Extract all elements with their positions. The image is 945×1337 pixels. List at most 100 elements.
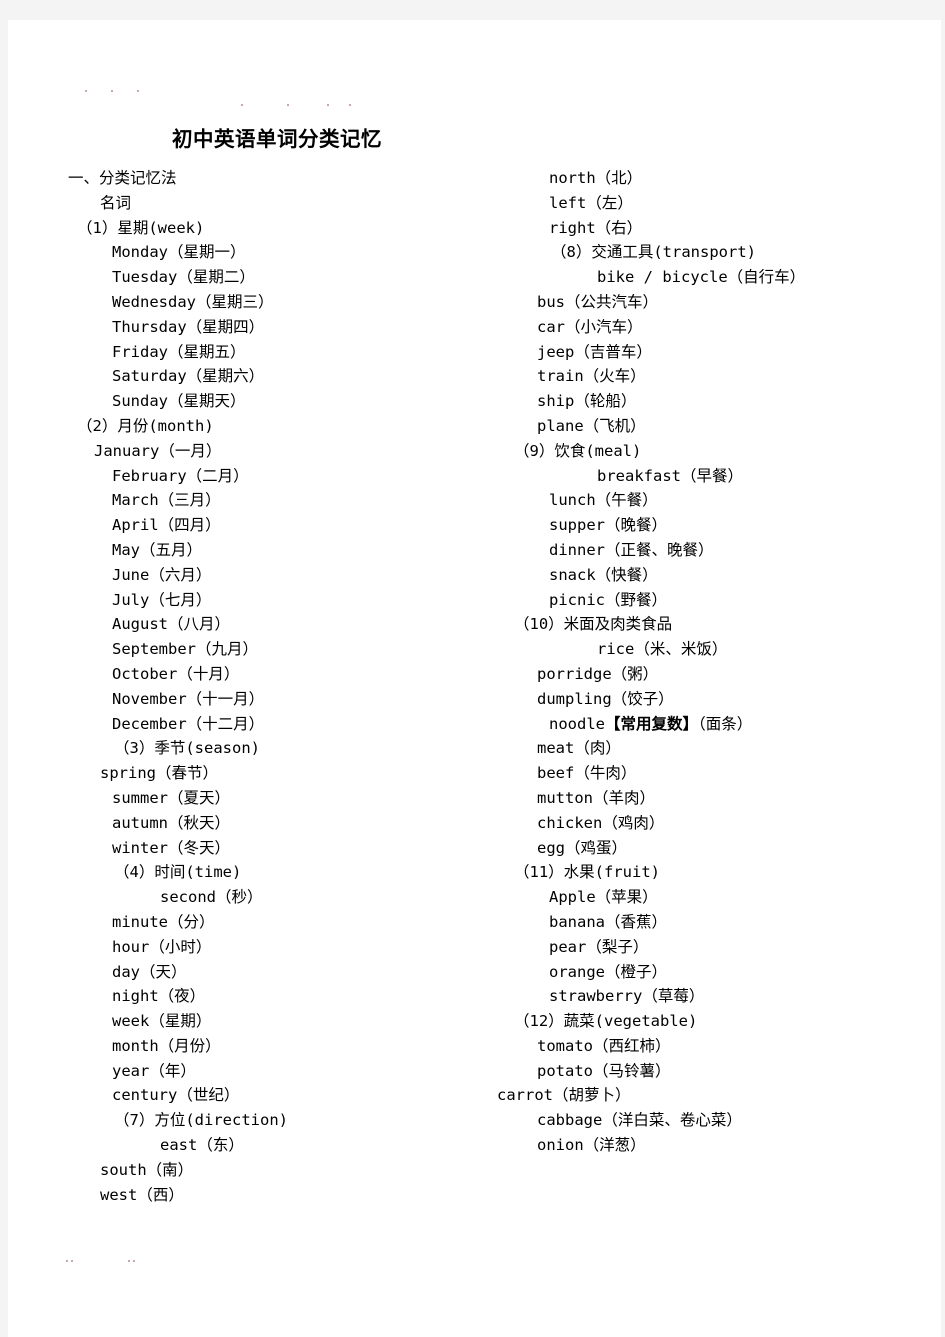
text-line: January（一月） [94,441,222,460]
text-line: December（十二月） [112,714,265,733]
scan-speck [66,1260,68,1262]
text-line: ship（轮船） [537,392,637,411]
scan-speck [327,104,329,106]
text-line: dinner（正餐、晚餐） [549,540,714,559]
text-line: left（左） [549,193,633,212]
text-line: train（火车） [537,367,646,386]
text-line: breakfast（早餐） [597,466,743,485]
text-line: Wednesday（星期三） [112,292,274,311]
text-line: Thursday（星期四） [112,317,265,336]
text-line: jeep（吉普车） [537,342,652,361]
text-line: carrot（胡萝卜） [497,1086,631,1105]
text-line: Monday（星期一） [112,243,246,262]
scan-speck [85,90,87,92]
text-line: August（八月） [112,615,230,634]
text-line: May（五月） [112,540,202,559]
text-line: （2）月份(month) [77,416,214,435]
text-line: supper（晚餐） [549,516,667,535]
text-line: November（十一月） [112,689,265,708]
text-line: pear（梨子） [549,937,649,956]
text-line: year（年） [112,1061,196,1080]
text-line: February（二月） [112,466,249,485]
page-title: 初中英语单词分类记忆 [172,127,382,151]
line-text: noodle [549,714,605,733]
text-line: lunch（午餐） [549,491,658,510]
text-line: cabbage（洋白菜、卷心菜） [537,1111,742,1130]
text-line: right（右） [549,218,643,237]
text-line: dumpling（饺子） [537,689,674,708]
text-line: rice（米、米饭） [597,640,728,659]
text-line: west（西） [100,1185,184,1204]
scan-speck [71,1260,73,1262]
text-line: Apple（苹果） [549,888,658,907]
text-line: spring（春节） [100,764,218,783]
text-line: bike / bicycle（自行车） [597,268,806,287]
text-line: picnic（野餐） [549,590,667,609]
document-page: 初中英语单词分类记忆 一、分类记忆法名词 （1）星期(week) Monday（星期… [8,20,941,1337]
text-line: strawberry（草莓） [549,987,705,1006]
text-line: beef（牛肉） [537,764,637,783]
right-text-column: north（北） left（左） right（右） （8）交通工具(transport… [497,166,935,1158]
text-line: （1）星期(week) [77,218,205,237]
text-line: 一、分类记忆法 [68,169,177,187]
text-line: winter（冬天） [112,838,230,857]
text-line: snack（快餐） [549,565,658,584]
text-line: October（十月） [112,664,240,683]
text-line: （8）交通工具(transport) [551,243,756,262]
scan-speck [349,104,351,106]
text-line: July（七月） [112,590,212,609]
text-line: plane（飞机） [537,416,646,435]
scan-speck [137,90,139,92]
text-line: Tuesday（星期二） [112,268,255,287]
text-line: March（三月） [112,491,221,510]
line-emphasis: 【常用复数】 [605,714,699,733]
text-line: day（天） [112,962,187,981]
left-text-column: 一、分类记忆法名词 （1）星期(week) Monday（星期一） Tuesday（星… [68,166,488,1207]
text-line: hour（小时） [112,937,212,956]
text-line: June（六月） [112,565,212,584]
scan-speck [111,90,113,92]
text-line: （11）水果(fruit) [514,863,660,882]
text-line: mutton（羊肉） [537,788,655,807]
text-line: Friday（星期五） [112,342,246,361]
text-line: autumn（秋天） [112,813,230,832]
text-line: potato（马铃薯） [537,1061,671,1080]
text-line: month（月份） [112,1036,221,1055]
text-line: tomato（西红柿） [537,1036,671,1055]
text-line: （7）方位(direction) [114,1111,288,1130]
text-line: noodle【常用复数】（面条） [505,712,935,737]
text-line: April（四月） [112,516,221,535]
text-line: （9）饮食(meal) [514,441,642,460]
text-line: egg（鸡蛋） [537,838,627,857]
scan-speck [128,1260,130,1262]
scan-speck [287,104,289,106]
scan-speck [241,104,243,106]
text-line: （4）时间(time) [114,863,242,882]
text-line: （3）季节(season) [114,739,260,758]
text-line: south（南） [100,1160,194,1179]
text-line: car（小汽车） [537,317,643,336]
text-line: meat（肉） [537,739,621,758]
text-line: minute（分） [112,912,215,931]
text-line: banana（香蕉） [549,912,667,931]
text-line: September（九月） [112,640,258,659]
text-line: 名词 [100,193,132,212]
text-line: onion（洋葱） [537,1136,646,1155]
text-line: bus（公共汽车） [537,292,658,311]
text-line: summer（夏天） [112,788,230,807]
text-line: century（世纪） [112,1086,240,1105]
text-line: Saturday（星期六） [112,367,265,386]
text-line: night（夜） [112,987,206,1006]
text-line: （10）米面及肉类食品 [514,615,673,634]
text-line: chicken（鸡肉） [537,813,665,832]
text-line: orange（橙子） [549,962,667,981]
text-line: porridge（粥） [537,664,659,683]
text-line: （12）蔬菜(vegetable) [514,1012,698,1031]
text-line: second（秒） [160,888,263,907]
scan-speck [133,1260,135,1262]
text-line: Sunday（星期天） [112,392,246,411]
line-text-after: （面条） [698,714,753,733]
text-line: north（北） [549,169,643,187]
text-line: east（东） [160,1136,244,1155]
text-line: week（星期） [112,1012,212,1031]
